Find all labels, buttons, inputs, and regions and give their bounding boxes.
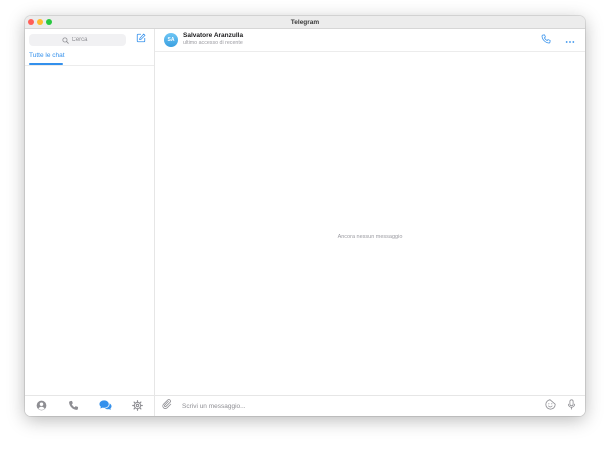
close-window-button[interactable] bbox=[28, 19, 34, 25]
nav-calls-button[interactable] bbox=[67, 398, 79, 416]
phone-icon bbox=[541, 31, 551, 49]
contact-status: ultimo accesso di recente bbox=[183, 40, 243, 46]
paperclip-icon bbox=[161, 397, 173, 415]
voice-message-button[interactable] bbox=[565, 397, 577, 415]
contact-name[interactable]: Salvatore Aranzulla bbox=[183, 32, 243, 39]
phone-icon bbox=[68, 398, 79, 416]
title-bar[interactable]: Telegram bbox=[25, 16, 585, 29]
search-input[interactable] bbox=[71, 37, 94, 43]
tab-all-chats[interactable]: Tutte le chat bbox=[29, 52, 65, 59]
telegram-window: Telegram Tutte le chat bbox=[25, 16, 585, 416]
nav-settings-button[interactable] bbox=[131, 398, 143, 416]
minimize-window-button[interactable] bbox=[37, 19, 43, 25]
chat-bubbles-icon bbox=[98, 398, 112, 416]
bottom-nav bbox=[25, 395, 154, 416]
traffic-lights bbox=[28, 19, 52, 25]
person-icon bbox=[36, 398, 47, 416]
search-box[interactable] bbox=[29, 34, 126, 46]
attach-button[interactable] bbox=[161, 397, 173, 415]
empty-chat-placeholder: Ancora nessun messaggio bbox=[337, 234, 403, 240]
sticker-icon bbox=[544, 397, 556, 415]
chat-panel: SA Salvatore Aranzulla ultimo accesso di… bbox=[155, 29, 585, 416]
sticker-emoji-button[interactable] bbox=[544, 397, 556, 415]
zoom-window-button[interactable] bbox=[46, 19, 52, 25]
nav-contacts-button[interactable] bbox=[35, 398, 47, 416]
call-button[interactable] bbox=[540, 34, 552, 46]
more-options-button[interactable] bbox=[564, 34, 576, 46]
compose-button[interactable] bbox=[135, 33, 147, 45]
chat-header[interactable]: SA Salvatore Aranzulla ultimo accesso di… bbox=[155, 29, 585, 52]
window-title: Telegram bbox=[290, 18, 320, 26]
search-icon bbox=[61, 31, 69, 49]
avatar[interactable]: SA bbox=[164, 33, 178, 47]
divider bbox=[25, 65, 154, 66]
compose-icon bbox=[136, 30, 146, 48]
sidebar: Tutte le chat bbox=[25, 29, 155, 416]
message-input[interactable] bbox=[182, 401, 522, 411]
microphone-icon bbox=[567, 397, 576, 415]
message-composer bbox=[155, 395, 585, 416]
nav-chats-button[interactable] bbox=[98, 398, 112, 416]
gear-icon bbox=[131, 398, 143, 416]
more-horizontal-icon bbox=[565, 31, 575, 49]
